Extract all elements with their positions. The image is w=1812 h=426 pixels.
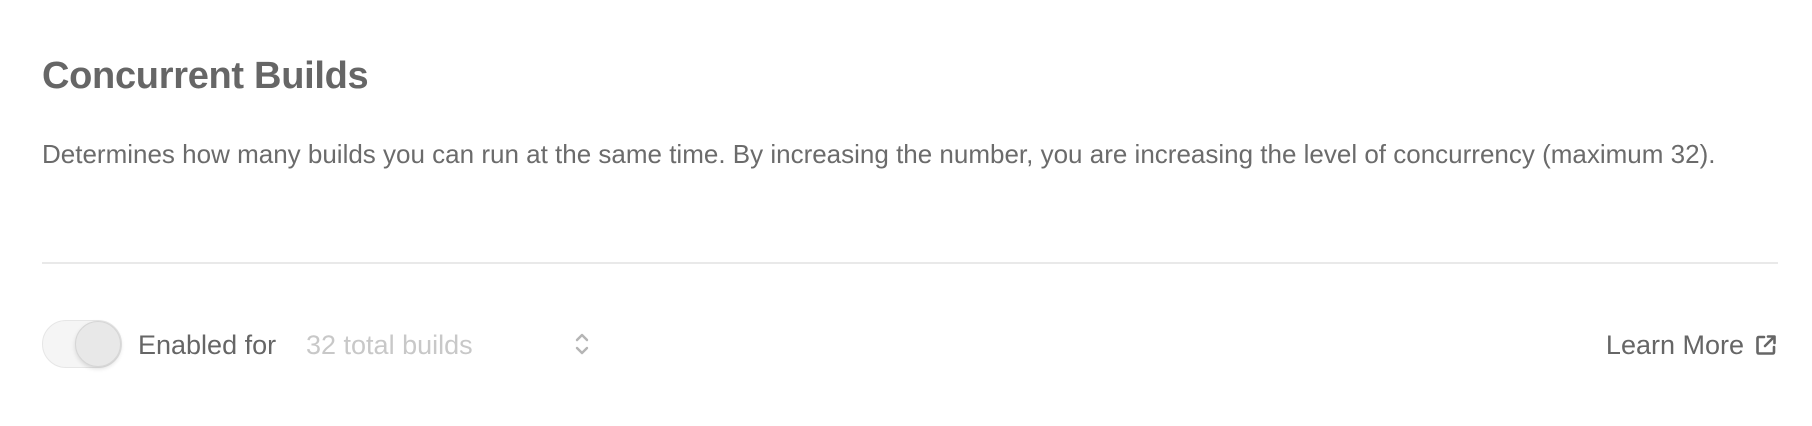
concurrent-builds-section: Concurrent Builds Determines how many bu…: [42, 0, 1778, 426]
toggle-knob: [75, 321, 121, 367]
enabled-toggle[interactable]: [42, 320, 122, 368]
external-link-icon: [1756, 335, 1776, 355]
learn-more-link[interactable]: Learn More: [1606, 328, 1778, 362]
divider: [42, 262, 1778, 264]
section-description: Determines how many builds you can run a…: [42, 139, 1716, 169]
learn-more-label: Learn More: [1605, 330, 1744, 360]
concurrent-builds-select[interactable]: 32 total builds: [306, 320, 589, 368]
chevron-up-down-icon: [575, 333, 589, 355]
concurrency-controls: Enabled for 32 total builds Learn More: [42, 320, 1778, 370]
enabled-for-label: Enabled for: [138, 330, 277, 360]
section-title: Concurrent Builds: [42, 55, 369, 97]
select-value: 32 total builds: [306, 330, 473, 360]
